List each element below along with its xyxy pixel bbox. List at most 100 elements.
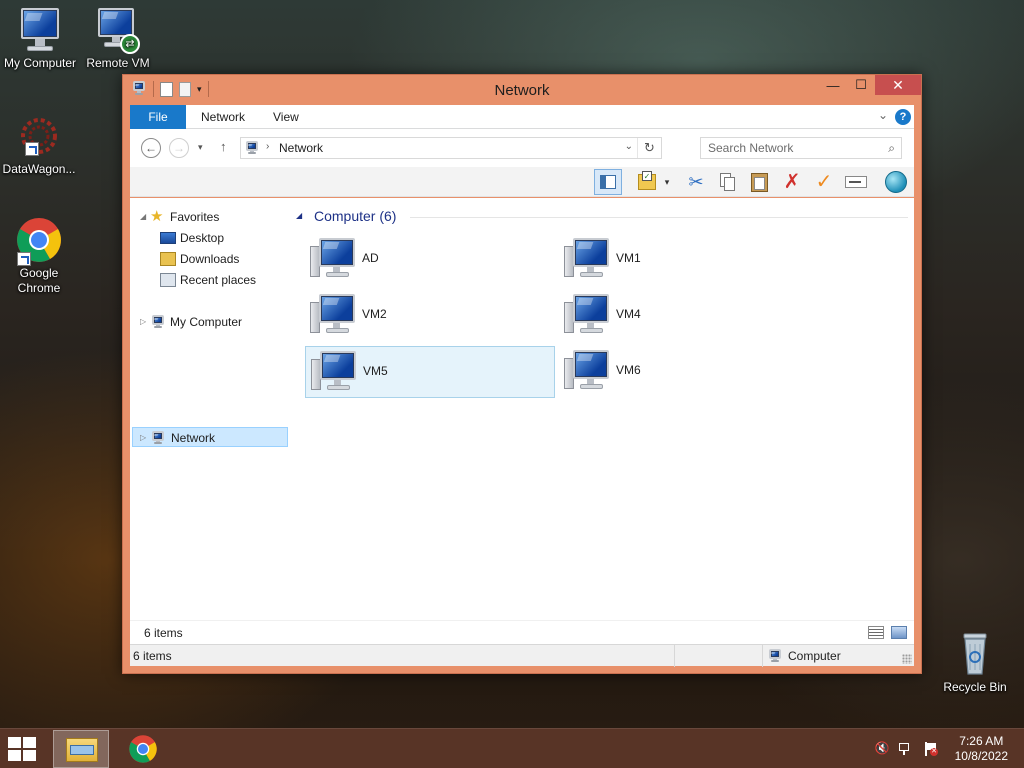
navigation-pane-button[interactable] (594, 169, 622, 195)
expand-icon[interactable]: ▷ (140, 428, 150, 448)
desktop-icon-recycle-bin[interactable]: Recycle Bin (935, 630, 1015, 695)
status-item-count: 6 items (133, 649, 172, 663)
computer-item-label: VM2 (362, 307, 387, 321)
cut-icon[interactable]: ✂ (682, 169, 710, 195)
recycle-bin-icon (951, 630, 999, 678)
desktop-icon-label: DataWagon... (2, 162, 76, 176)
clock-date: 10/8/2022 (954, 749, 1008, 763)
window-title: Network (494, 82, 550, 99)
action-center-flag-icon[interactable]: ✕ (922, 741, 938, 757)
back-button[interactable]: ← (141, 138, 161, 158)
expand-icon[interactable]: ▷ (140, 312, 150, 332)
desktop-icon-label: My Computer (3, 56, 77, 70)
ribbon-tabs: File Network View ⌄ ? (130, 105, 914, 129)
properties-folder-icon[interactable]: ✓ (634, 169, 662, 195)
details-bar: 6 items (130, 620, 914, 644)
chevron-down-icon[interactable]: ⌄ (625, 141, 633, 152)
computer-icon (311, 351, 357, 393)
computer-icon (310, 294, 356, 336)
check-icon[interactable]: ✓ (810, 169, 838, 195)
network-icon (244, 141, 260, 155)
computer-item-vm4[interactable]: VM4 (559, 290, 809, 342)
desktop-icon-label: Recycle Bin (943, 680, 1007, 694)
datawagon-icon (15, 112, 63, 160)
chevron-right-icon[interactable]: › (266, 141, 269, 152)
computer-icon (564, 238, 610, 280)
computer-item-ad[interactable]: AD (305, 234, 555, 286)
status-zone: Computer (788, 649, 841, 663)
chrome-icon (129, 735, 157, 763)
window-controls: — ☐ ✕ (819, 75, 921, 95)
clock-time: 7:26 AM (959, 734, 1004, 748)
search-icon[interactable]: ⌕ (888, 141, 895, 156)
taskbar-file-explorer[interactable] (53, 730, 109, 768)
computer-icon (310, 238, 356, 280)
copy-icon[interactable] (714, 169, 742, 195)
desktop-icon-remote-vm[interactable]: ⇄ Remote VM (78, 6, 158, 71)
forward-button[interactable]: → (169, 138, 189, 158)
computer-item-vm5[interactable]: VM5 (305, 346, 555, 398)
search-input[interactable] (701, 138, 871, 158)
group-header-computer[interactable]: ◢ Computer (6) (296, 207, 908, 227)
computer-icon (150, 315, 166, 329)
computer-icon (564, 350, 610, 392)
desktop-icon (160, 232, 176, 244)
computer-item-label: VM5 (363, 364, 388, 378)
up-button[interactable]: ↑ (220, 139, 227, 154)
resize-grip[interactable] (902, 654, 912, 664)
computer-item-vm6[interactable]: VM6 (559, 346, 809, 398)
desktop-icon-google-chrome[interactable]: Google Chrome (0, 216, 79, 296)
collapse-icon[interactable]: ◢ (140, 207, 150, 227)
title-bar[interactable]: ▾ Network — ☐ ✕ (123, 75, 921, 105)
computer-icon (564, 294, 610, 336)
file-view: ◢ Computer (6) AD VM1 VM2 VM4 VM5 VM6 (296, 198, 914, 620)
refresh-icon[interactable]: ↻ (637, 138, 661, 158)
command-toolbar: ✓ ▾ ✂ ✗ ✓ (130, 167, 914, 197)
dropdown-icon[interactable]: ▾ (660, 169, 674, 195)
address-bar[interactable]: › Network ⌄ ↻ (240, 137, 662, 159)
network-tray-icon[interactable] (898, 741, 914, 757)
clock[interactable]: 7:26 AM 10/8/2022 (955, 734, 1008, 764)
computer-item-label: VM6 (616, 363, 641, 377)
computer-item-vm2[interactable]: VM2 (305, 290, 555, 342)
chrome-icon (15, 216, 63, 266)
tab-network[interactable]: Network (201, 105, 245, 129)
collapse-group-icon[interactable]: ◢ (296, 211, 302, 220)
network-globe-icon[interactable] (882, 169, 910, 195)
rename-icon[interactable] (842, 169, 870, 195)
computer-item-label: AD (362, 251, 379, 265)
explorer-window: ▾ Network — ☐ ✕ File Network View ⌄ ? ← … (122, 74, 922, 674)
remote-vm-icon: ⇄ (94, 6, 142, 54)
search-box[interactable]: ⌕ (700, 137, 902, 159)
tab-file[interactable]: File (130, 105, 186, 129)
desktop-icon-datawagon[interactable]: DataWagon... (0, 112, 79, 177)
computer-item-label: VM1 (616, 251, 641, 265)
downloads-icon (160, 252, 176, 266)
taskbar-chrome[interactable] (115, 730, 171, 768)
navigation-bar: ← → ▾ ↑ › Network ⌄ ↻ ⌕ (130, 129, 914, 167)
expand-ribbon-icon[interactable]: ⌄ (878, 108, 888, 122)
address-path[interactable]: Network (279, 141, 323, 155)
my-computer-icon (16, 6, 64, 54)
paste-icon[interactable] (746, 169, 774, 195)
status-bar: 6 items Computer (130, 644, 914, 667)
computer-item-label: VM4 (616, 307, 641, 321)
maximize-button[interactable]: ☐ (847, 75, 875, 95)
computer-zone-icon (767, 649, 783, 663)
tree-item-network[interactable]: ▷ Network (132, 427, 288, 447)
details-view-icon[interactable] (868, 626, 884, 639)
delete-icon[interactable]: ✗ (778, 169, 806, 195)
recent-places-icon (160, 273, 176, 287)
desktop-icon-my-computer[interactable]: My Computer (0, 6, 80, 71)
computer-item-vm1[interactable]: VM1 (559, 234, 809, 286)
tab-view[interactable]: View (273, 105, 299, 129)
minimize-button[interactable]: — (819, 75, 847, 95)
help-icon[interactable]: ? (895, 109, 911, 125)
volume-muted-icon[interactable]: 🔇 (874, 741, 890, 757)
item-count: 6 items (144, 626, 183, 640)
taskbar: 🔇 ✕ 7:26 AM 10/8/2022 (0, 728, 1024, 768)
close-button[interactable]: ✕ (875, 75, 921, 95)
large-icons-view-icon[interactable] (891, 626, 907, 639)
start-button[interactable] (8, 737, 38, 761)
recent-locations-icon[interactable]: ▾ (198, 142, 203, 153)
